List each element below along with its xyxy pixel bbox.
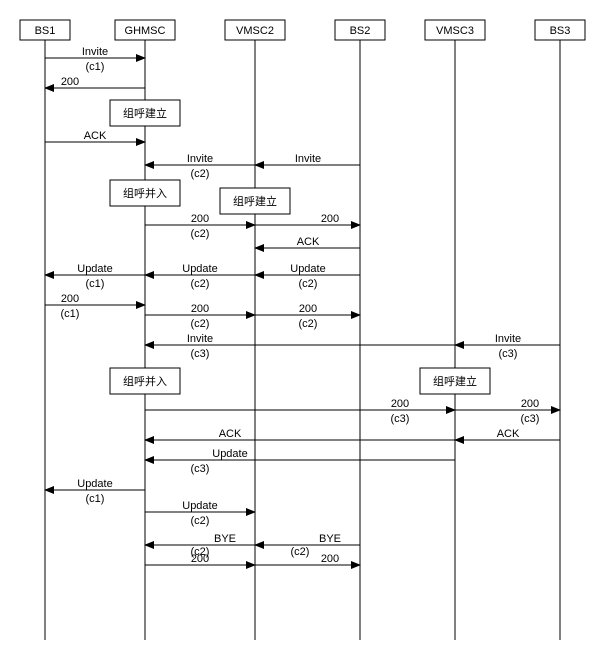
msg-label: BYE	[319, 533, 341, 545]
msg-label: ACK	[497, 428, 520, 440]
msg-label: 200	[299, 303, 317, 315]
msg-label: Update	[77, 478, 112, 490]
msg-label: ACK	[297, 236, 320, 248]
activity-label: 组呼建立	[123, 106, 167, 120]
msg-label: 200	[321, 553, 339, 565]
msg-label: Invite	[187, 153, 213, 165]
msg-sublabel: (c1)	[86, 278, 105, 290]
msg-sublabel: (c1)	[86, 493, 105, 505]
msg-label: 200	[61, 293, 79, 305]
activity-label: 组呼建立	[433, 374, 477, 388]
msg-label: 200	[321, 213, 339, 225]
msg-label: ACK	[84, 130, 107, 142]
msg-label: BYE	[214, 533, 236, 545]
msg-sublabel: (c3)	[499, 348, 518, 360]
msg-sublabel: (c3)	[521, 413, 540, 425]
participant-vmsc2: VMSC2	[225, 20, 285, 40]
msg-sublabel: (c2)	[191, 278, 210, 290]
msg-label: 200	[61, 76, 79, 88]
participant-label: BS2	[350, 25, 371, 37]
participant-label: GHMSC	[125, 25, 166, 37]
participant-bs3: BS3	[535, 20, 585, 40]
msg-sublabel: (c3)	[191, 463, 210, 475]
msg-sublabel: (c1)	[61, 308, 80, 320]
msg-sublabel: (c2)	[191, 515, 210, 527]
participant-bs1: BS1	[20, 20, 70, 40]
msg-sublabel: (c1)	[86, 61, 105, 73]
msg-label: Invite	[82, 46, 108, 58]
participant-label: BS3	[550, 25, 571, 37]
msg-sublabel: (c3)	[191, 348, 210, 360]
msg-sublabel: (c2)	[191, 168, 210, 180]
participant-label: VMSC2	[236, 25, 274, 37]
activity-label: 组呼建立	[233, 194, 277, 208]
msg-sublabel: (c2)	[191, 318, 210, 330]
participant-label: BS1	[35, 25, 56, 37]
msg-label: 200	[521, 398, 539, 410]
msg-label: 200	[391, 398, 409, 410]
msg-sublabel: (c2)	[291, 546, 310, 558]
msg-label: 200	[191, 303, 209, 315]
msg-label: Invite	[187, 333, 213, 345]
msg-label: Invite	[295, 153, 321, 165]
participant-vmsc3: VMSC3	[425, 20, 485, 40]
msg-label: 200	[191, 213, 209, 225]
msg-label: Invite	[495, 333, 521, 345]
msg-label: Update	[290, 263, 325, 275]
participant-bs2: BS2	[335, 20, 385, 40]
activity-label: 组呼并入	[123, 374, 167, 388]
msg-sublabel: (c2)	[191, 228, 210, 240]
activity-label: 组呼并入	[123, 186, 167, 200]
msg-label: 200	[191, 553, 209, 565]
participant-ghmsc: GHMSC	[115, 20, 175, 40]
msg-label: Update	[182, 263, 217, 275]
msg-label: Update	[182, 500, 217, 512]
participant-label: VMSC3	[436, 25, 474, 37]
msg-label: Update	[77, 263, 112, 275]
msg-label: ACK	[219, 428, 242, 440]
msg-sublabel: (c2)	[299, 278, 318, 290]
msg-sublabel: (c3)	[391, 413, 410, 425]
msg-sublabel: (c2)	[299, 318, 318, 330]
msg-label: Update	[212, 448, 247, 460]
